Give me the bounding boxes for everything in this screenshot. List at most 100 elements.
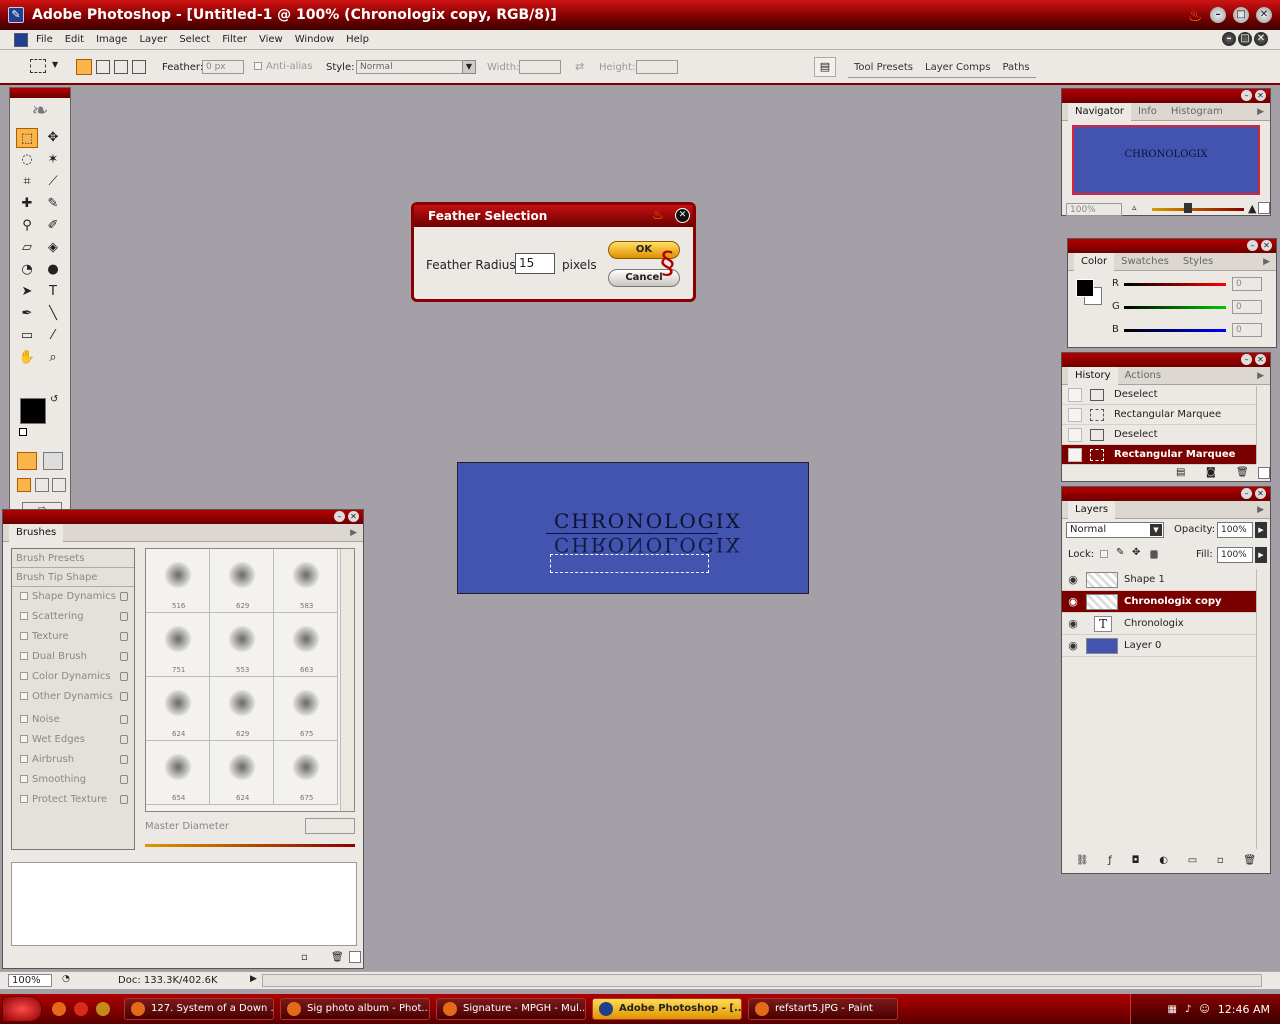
doc-restore-button[interactable]: □ [1238, 32, 1252, 46]
master-diameter-input[interactable] [305, 818, 355, 834]
style-select[interactable]: Normal [356, 60, 476, 74]
panel-close-button[interactable]: ✕ [1255, 488, 1266, 499]
menu-file[interactable]: File [36, 34, 53, 45]
brush-option-checkbox[interactable] [20, 672, 28, 680]
adjustment-layer-icon[interactable]: ◐ [1159, 855, 1168, 866]
panel-close-button[interactable]: ✕ [1255, 90, 1266, 101]
tab-actions[interactable]: Actions [1118, 367, 1169, 385]
lock-icon[interactable] [120, 775, 128, 784]
lasso-tool-icon[interactable]: ◌ [16, 150, 38, 170]
brush-option-item[interactable]: Color Dynamics [12, 667, 134, 687]
eyedropper-icon[interactable]: ⁄ [42, 326, 64, 346]
new-selection-icon[interactable] [76, 59, 92, 75]
panel-menu-icon[interactable]: ▶ [1257, 505, 1264, 515]
lock-icon[interactable] [120, 632, 128, 641]
lock-position-icon[interactable]: ✥ [1132, 547, 1140, 558]
history-brush-icon[interactable]: ✐ [42, 216, 64, 236]
visibility-eye-icon[interactable]: ◉ [1064, 615, 1082, 633]
visibility-eye-icon[interactable]: ◉ [1064, 637, 1082, 655]
brush-preset[interactable]: 654 [146, 741, 210, 805]
panel-minimize-button[interactable]: – [1241, 354, 1252, 365]
tab-swatches[interactable]: Swatches [1114, 253, 1176, 271]
tray-network-icon[interactable]: ▦ [1168, 1004, 1177, 1015]
brush-option-checkbox[interactable] [20, 652, 28, 660]
clone-stamp-icon[interactable]: ⚲ [16, 216, 38, 236]
horizontal-scrollbar[interactable] [262, 974, 1262, 987]
subtract-selection-icon[interactable] [114, 60, 128, 74]
layers-scrollbar[interactable] [1256, 569, 1268, 849]
brush-option-item[interactable]: Texture [12, 627, 134, 647]
panel-menu-icon[interactable]: ▶ [1257, 107, 1264, 117]
taskbar-button[interactable]: Sig photo album - Phot... [280, 998, 430, 1020]
navigator-zoom-slider[interactable] [1152, 208, 1244, 211]
brush-option-item[interactable]: Brush Tip Shape [12, 568, 134, 587]
brush-option-item[interactable]: Protect Texture [12, 790, 134, 810]
navigator-panel-header[interactable]: – ✕ [1062, 89, 1270, 103]
doc-minimize-button[interactable]: – [1222, 32, 1236, 46]
feather-radius-input[interactable]: 15 [515, 253, 555, 274]
brush-tool-icon[interactable]: ✎ [42, 194, 64, 214]
swap-icon[interactable]: ⇄ [575, 60, 584, 73]
history-snapshot-checkbox[interactable] [1068, 427, 1082, 442]
zoom-tool-icon[interactable]: ⌕ [42, 348, 64, 368]
panel-minimize-button[interactable]: – [1241, 488, 1252, 499]
link-layers-icon[interactable]: ⛓ [1076, 855, 1089, 866]
trash-icon[interactable]: 🗑 [1236, 467, 1249, 478]
status-icon[interactable]: ◔ [62, 974, 70, 984]
window-titlebar[interactable]: Adobe Photoshop - [Untitled-1 @ 100% (Ch… [0, 0, 1280, 30]
history-item[interactable]: Rectangular Marquee [1062, 405, 1256, 425]
history-snapshot-checkbox[interactable] [1068, 407, 1082, 422]
fill-slider-icon[interactable]: ▶ [1255, 547, 1267, 563]
line-tool-icon[interactable]: ╲ [42, 304, 64, 324]
brush-option-checkbox[interactable] [20, 795, 28, 803]
tab-histogram[interactable]: Histogram [1164, 103, 1230, 121]
taskbar-button[interactable]: Adobe Photoshop - [... [592, 998, 742, 1020]
brush-option-checkbox[interactable] [20, 735, 28, 743]
lock-icon[interactable] [120, 755, 128, 764]
brush-preset[interactable]: 675 [274, 741, 338, 805]
marquee-tool-icon[interactable] [30, 59, 46, 73]
chevron-down-icon[interactable]: ▼ [462, 60, 476, 74]
opacity-input[interactable]: 100% [1217, 522, 1253, 538]
new-document-icon[interactable]: ▤ [1176, 467, 1185, 478]
new-brush-icon[interactable]: ▫ [301, 952, 308, 963]
tab-brushes[interactable]: Brushes [9, 523, 64, 542]
layer-row[interactable]: ◉ Chronologix copy [1062, 591, 1256, 613]
layer-row[interactable]: ◉ T Chronologix [1062, 613, 1256, 635]
slice-tool-icon[interactable]: ⟋ [42, 172, 64, 192]
brush-option-checkbox[interactable] [20, 755, 28, 763]
tab-styles[interactable]: Styles [1176, 253, 1220, 271]
healing-brush-icon[interactable]: ✚ [16, 194, 38, 214]
brush-option-item[interactable]: Noise [12, 710, 134, 730]
green-input[interactable]: 0 [1232, 300, 1262, 314]
brush-option-item[interactable]: Dual Brush [12, 647, 134, 667]
menu-image[interactable]: Image [96, 34, 127, 45]
panel-close-button[interactable]: ✕ [1255, 354, 1266, 365]
lock-icon[interactable] [120, 715, 128, 724]
show-desktop-icon[interactable] [96, 1002, 110, 1016]
status-menu-arrow-icon[interactable]: ▶ [250, 974, 257, 984]
move-tool-icon[interactable]: ✥ [42, 128, 64, 148]
feather-input[interactable]: 0 px [202, 60, 244, 74]
tab-tool-presets[interactable]: Tool Presets [848, 62, 919, 77]
layer-mask-icon[interactable]: ◘ [1132, 855, 1140, 866]
menu-edit[interactable]: Edit [65, 34, 84, 45]
brush-option-item[interactable]: Wet Edges [12, 730, 134, 750]
brush-option-item[interactable]: Smoothing [12, 770, 134, 790]
crop-tool-icon[interactable]: ⌗ [16, 172, 38, 192]
start-button[interactable] [2, 996, 42, 1022]
marquee-selection[interactable] [550, 554, 709, 573]
history-panel-header[interactable]: – ✕ [1062, 353, 1270, 367]
photoshop-app-icon[interactable]: ✎ [8, 7, 24, 23]
brush-option-checkbox[interactable] [20, 612, 28, 620]
add-selection-icon[interactable] [96, 60, 110, 74]
swap-colors-icon[interactable]: ↺ [50, 394, 58, 405]
lock-icon[interactable] [120, 612, 128, 621]
menu-view[interactable]: View [259, 34, 283, 45]
intersect-selection-icon[interactable] [132, 60, 146, 74]
master-diameter-slider[interactable] [145, 844, 355, 847]
resize-grip-icon[interactable] [349, 951, 361, 963]
panel-menu-icon[interactable]: ▶ [1263, 257, 1270, 267]
width-input[interactable] [519, 60, 561, 74]
lock-icon[interactable] [120, 652, 128, 661]
